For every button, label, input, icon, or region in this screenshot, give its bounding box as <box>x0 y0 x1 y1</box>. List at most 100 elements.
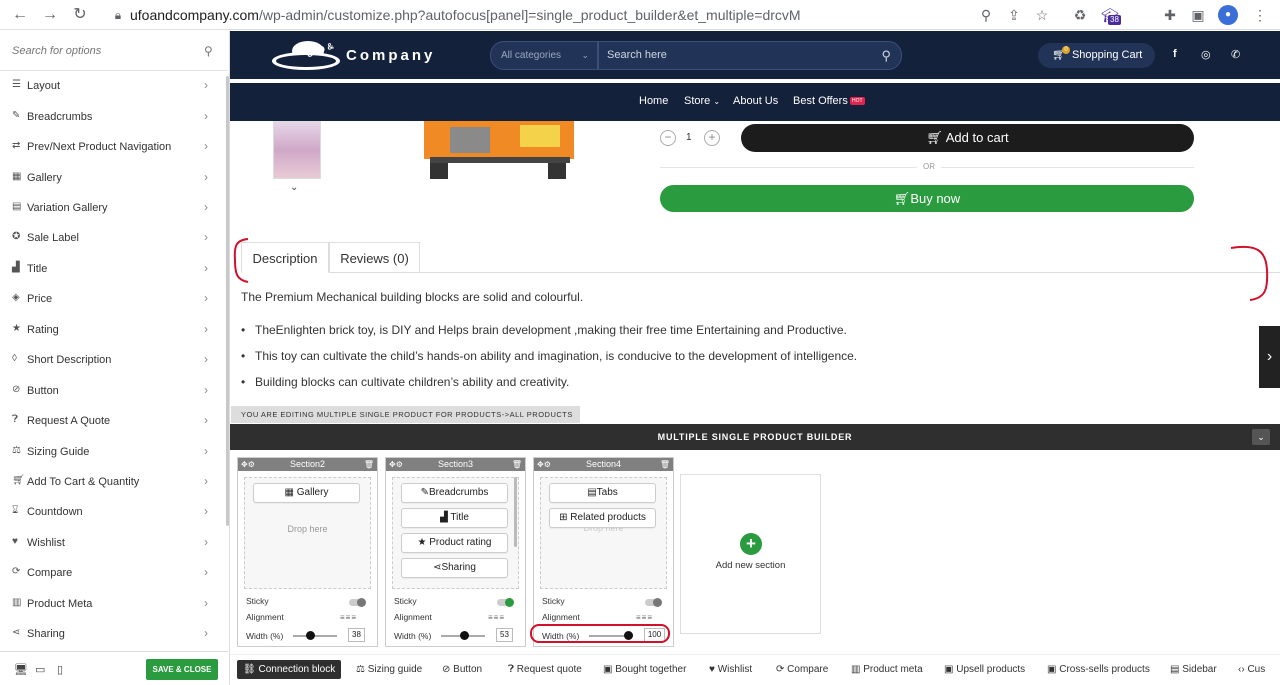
sidebar-item-request-quote[interactable]: ❓︎ Request A Quote › <box>0 406 228 436</box>
reload-icon[interactable]: ↻ <box>70 5 90 25</box>
add-new-section-card[interactable]: + Add new section <box>680 474 821 634</box>
sidebar-item-rating[interactable]: ★ Rating › <box>0 315 228 345</box>
builder-section[interactable]: ✥⚙ Section3 🗑︎ ✎Breadcrumbs ▟ Title ★ Prod… <box>385 457 526 647</box>
chevron-down-icon[interactable]: ⌄ <box>1252 429 1270 445</box>
drop-zone-scrollbar[interactable] <box>514 477 517 547</box>
gallery-thumbnail[interactable] <box>273 121 321 179</box>
sidebar-item-add-to-cart[interactable]: 🛒︎ Add To Cart & Quantity › <box>0 467 228 497</box>
desktop-preview-icon[interactable]: 🖥︎ <box>14 663 28 676</box>
profile-avatar[interactable]: ● <box>1218 5 1238 25</box>
section-header[interactable]: ✥⚙ Section4 🗑︎ <box>534 458 673 471</box>
browser-menu-icon[interactable]: ⋮ <box>1250 5 1270 25</box>
plus-icon[interactable]: + <box>740 533 762 555</box>
sidebar-item-sharing[interactable]: ⋖ Sharing › <box>0 619 228 649</box>
extension-badge-icon[interactable]: 🎓︎38 <box>1100 5 1121 25</box>
zoom-icon[interactable]: ⚲ <box>976 5 996 25</box>
alignment-buttons[interactable]: ≡≡≡ <box>340 613 357 622</box>
block-title[interactable]: ▟ Title <box>401 508 508 528</box>
sidebar-item-product-meta[interactable]: ▥ Product Meta › <box>0 589 228 619</box>
menu-item-best-offers[interactable]: Best Offers <box>793 95 848 107</box>
qty-increment-button[interactable]: + <box>704 130 720 146</box>
block-product-meta[interactable]: ▥ Product meta <box>851 660 923 679</box>
block-compare[interactable]: ⟳ Compare <box>776 660 828 679</box>
save-close-button[interactable]: SAVE & CLOSE <box>146 659 218 680</box>
drop-zone[interactable]: ▤Tabs Drop here ⊞ Related products <box>540 477 667 589</box>
side-panel-icon[interactable]: ▣ <box>1188 5 1208 25</box>
block-request-quote[interactable]: ❓︎ Request quote <box>508 660 582 679</box>
move-settings-icon[interactable]: ✥⚙ <box>389 458 403 471</box>
block-button[interactable]: ⊘ Button <box>442 660 482 679</box>
sidebar-item-wishlist[interactable]: ♥ Wishlist › <box>0 528 228 558</box>
menu-item-store[interactable]: Store ⌄ <box>684 95 720 107</box>
drop-zone[interactable]: ▦ Gallery Drop here <box>244 477 371 589</box>
sidebar-item-layout[interactable]: ☰ Layout › <box>0 71 228 101</box>
move-settings-icon[interactable]: ✥⚙ <box>241 458 255 471</box>
tab-description[interactable]: Description <box>241 242 329 273</box>
search-icon[interactable]: ⚲ <box>204 44 213 58</box>
block-wishlist[interactable]: ♥ Wishlist <box>709 660 752 679</box>
sidebar-item-countdown[interactable]: ⌛︎ Countdown › <box>0 497 228 527</box>
block-sharing[interactable]: ⋖Sharing <box>401 558 508 578</box>
trash-icon[interactable]: 🗑︎ <box>512 458 522 471</box>
logo-text[interactable]: Company <box>346 47 435 64</box>
mobile-preview-icon[interactable]: ▯ <box>57 663 63 676</box>
section-header[interactable]: ✥⚙ Section2 🗑︎ <box>238 458 377 471</box>
recycle-extension-icon[interactable]: ♻ <box>1070 5 1090 25</box>
forward-icon[interactable]: → <box>40 5 60 25</box>
facebook-icon[interactable]: f <box>1173 48 1177 60</box>
width-input[interactable]: 53 <box>496 628 513 642</box>
block-gallery[interactable]: ▦ Gallery <box>253 483 360 503</box>
sidebar-item-prev-next[interactable]: ⇄ Prev/Next Product Navigation › <box>0 132 228 162</box>
sidebar-item-gallery[interactable]: ▦ Gallery › <box>0 163 228 193</box>
back-icon[interactable]: ← <box>10 5 30 25</box>
slider-thumb[interactable] <box>460 631 469 640</box>
sticky-toggle[interactable] <box>645 598 662 607</box>
whatsapp-icon[interactable]: ✆ <box>1231 48 1240 61</box>
builder-section[interactable]: ✥⚙ Section4 🗑︎ ▤Tabs Drop here ⊞ Related p… <box>530 457 674 647</box>
drop-zone[interactable]: ✎Breadcrumbs ▟ Title ★ Product rating ⋖S… <box>392 477 519 589</box>
sticky-toggle[interactable] <box>349 598 366 607</box>
block-connection[interactable]: ⛓ Connection block <box>237 660 342 679</box>
trash-icon[interactable]: 🗑︎ <box>660 458 670 471</box>
trash-icon[interactable]: 🗑︎ <box>364 458 374 471</box>
menu-item-about[interactable]: About Us <box>733 95 778 107</box>
builder-section[interactable]: ✥⚙ Section2 🗑︎ ▦ Gallery Drop here Sticky … <box>237 457 378 647</box>
share-page-icon[interactable]: ⇪ <box>1004 5 1024 25</box>
side-panel-toggle[interactable]: › <box>1259 326 1280 388</box>
bookmark-star-icon[interactable]: ☆ <box>1032 5 1052 25</box>
address-bar[interactable]: ufoandcompany.com/wp-admin/customize.php… <box>130 7 801 23</box>
slider-thumb[interactable] <box>306 631 315 640</box>
block-sidebar[interactable]: ▤ Sidebar <box>1170 660 1217 679</box>
alignment-buttons[interactable]: ≡≡≡ <box>636 613 653 622</box>
section-header[interactable]: ✥⚙ Section3 🗑︎ <box>386 458 525 471</box>
sidebar-item-short-description[interactable]: ◊ Short Description › <box>0 345 228 375</box>
sidebar-item-title[interactable]: ▟ Title › <box>0 254 228 284</box>
move-settings-icon[interactable]: ✥⚙ <box>537 458 551 471</box>
shopping-cart-button[interactable]: 🛒︎ 0 Shopping Cart <box>1038 43 1155 68</box>
sidebar-scrollbar[interactable] <box>226 76 229 526</box>
site-search-input[interactable]: Search here ⚲ <box>598 41 902 70</box>
alignment-buttons[interactable]: ≡≡≡ <box>488 613 505 622</box>
sidebar-item-price[interactable]: ◈ Price › <box>0 284 228 314</box>
block-breadcrumbs[interactable]: ✎Breadcrumbs <box>401 483 508 503</box>
block-custom[interactable]: ‹› Cus <box>1238 660 1265 679</box>
width-slider[interactable] <box>441 631 485 640</box>
tab-reviews[interactable]: Reviews (0) <box>329 242 420 273</box>
block-tabs[interactable]: ▤Tabs <box>549 483 656 503</box>
search-icon[interactable]: ⚲ <box>881 42 891 69</box>
extensions-puzzle-icon[interactable]: ✚ <box>1160 5 1180 25</box>
sidebar-item-sale-label[interactable]: ✪ Sale Label › <box>0 223 228 253</box>
block-cross-sells[interactable]: ▣ Cross-sells products <box>1047 660 1150 679</box>
block-sizing-guide[interactable]: ⚖ Sizing guide <box>356 660 422 679</box>
sidebar-item-variation-gallery[interactable]: ▤ Variation Gallery › <box>0 193 228 223</box>
chevron-down-icon[interactable]: ⌄ <box>290 182 298 193</box>
tablet-preview-icon[interactable]: ▭ <box>35 663 45 676</box>
category-select[interactable]: All categories ⌄ <box>490 41 598 70</box>
qty-decrement-button[interactable]: − <box>660 130 676 146</box>
block-upsell-products[interactable]: ▣ Upsell products <box>944 660 1025 679</box>
sidebar-item-compare[interactable]: ⟳ Compare › <box>0 558 228 588</box>
width-slider[interactable] <box>293 631 337 640</box>
menu-item-home[interactable]: Home <box>639 95 668 107</box>
width-input[interactable]: 38 <box>348 628 365 642</box>
sidebar-item-button[interactable]: ⊘ Button › <box>0 376 228 406</box>
